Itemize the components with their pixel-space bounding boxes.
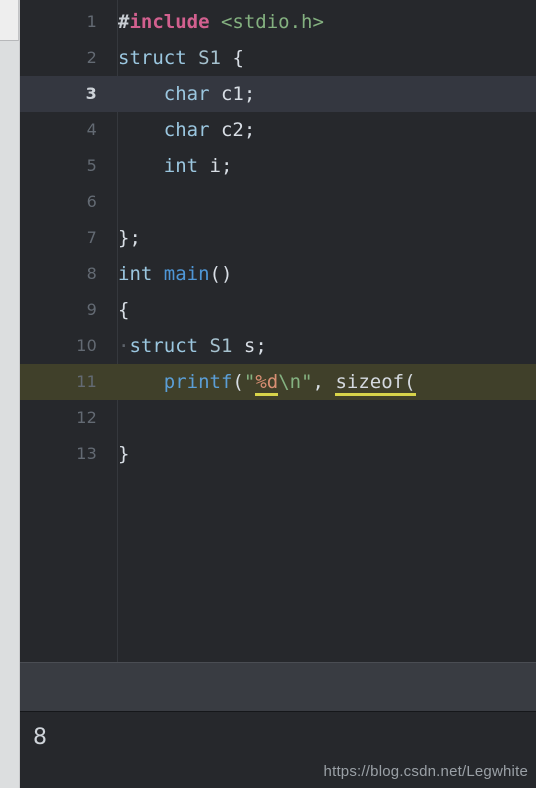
code-token: int <box>118 263 153 285</box>
line-number[interactable]: 1 <box>20 4 97 40</box>
code-token: char <box>163 119 210 141</box>
code-token: { <box>232 47 244 69</box>
code-token: char <box>163 83 210 105</box>
console-panel[interactable]: 8 https://blog.csdn.net/Legwhite <box>20 713 536 788</box>
code-token: }; <box>118 227 141 249</box>
code-line-text[interactable]: char c2; <box>118 112 256 148</box>
editor-line-row[interactable]: 8 int main() <box>20 256 536 292</box>
code-line-text[interactable]: } <box>118 436 129 472</box>
code-line-text[interactable]: ·struct S1 s; <box>118 328 267 364</box>
editor-line-row[interactable]: 11 printf("%d\n", sizeof( <box>20 364 536 400</box>
editor-area[interactable]: 1 #include <stdio.h> 2 struct S1 {3 char c1… <box>20 0 536 662</box>
code-token: # <box>118 11 130 33</box>
code-token: <stdio.h> <box>220 11 324 33</box>
code-token: s; <box>243 335 267 357</box>
watermark-text: https://blog.csdn.net/Legwhite <box>323 763 528 780</box>
code-token: int <box>163 155 199 177</box>
code-line-text[interactable]: int i; <box>118 148 233 184</box>
line-number[interactable]: 8 <box>20 256 97 292</box>
line-number[interactable]: 13 <box>20 436 97 472</box>
code-token: \n <box>278 371 302 393</box>
code-token: S1 <box>209 335 233 357</box>
editor-line-row[interactable]: 10 ·struct S1 s; <box>20 328 536 364</box>
code-token: S1 <box>198 47 221 69</box>
code-token: struct <box>129 335 199 357</box>
code-token: { <box>118 299 130 321</box>
code-token: struct <box>118 47 187 69</box>
line-number[interactable]: 11 <box>20 364 97 400</box>
editor-line-row[interactable]: 1 #include <stdio.h> <box>20 4 536 40</box>
line-number[interactable]: 4 <box>20 112 97 148</box>
code-token: " <box>243 371 256 393</box>
code-line-text[interactable]: }; <box>118 220 141 256</box>
bottom-toolbar-strip[interactable] <box>20 662 536 712</box>
code-token: main <box>163 263 210 285</box>
code-token: c1; <box>220 83 256 105</box>
code-token: ( <box>232 371 244 393</box>
editor-line-row[interactable]: 5 int i; <box>20 148 536 184</box>
code-token: · <box>118 335 130 357</box>
code-line-text[interactable]: int main() <box>118 256 232 292</box>
left-tool-rail[interactable] <box>0 0 20 788</box>
code-line-text[interactable]: printf("%d\n", sizeof( <box>118 364 416 400</box>
code-editor-window: 1 #include <stdio.h> 2 struct S1 {3 char c1… <box>0 0 536 788</box>
code-token: %d <box>255 371 279 396</box>
editor-line-row[interactable]: 2 struct S1 { <box>20 40 536 76</box>
code-token: sizeof( <box>335 371 416 396</box>
line-number[interactable]: 3 <box>20 76 97 112</box>
left-rail-active-tab[interactable] <box>0 0 19 41</box>
line-number[interactable]: 5 <box>20 148 97 184</box>
code-line-text[interactable]: { <box>118 292 129 328</box>
code-token: () <box>209 263 233 285</box>
code-line-text[interactable]: char c1; <box>118 76 256 112</box>
line-number[interactable]: 6 <box>20 184 97 220</box>
line-number[interactable]: 12 <box>20 400 97 436</box>
line-number[interactable]: 2 <box>20 40 97 76</box>
editor-line-row[interactable]: 3 char c1; <box>20 76 536 112</box>
code-line-text[interactable]: struct S1 { <box>118 40 244 76</box>
code-token: i; <box>209 155 233 177</box>
line-number[interactable]: 7 <box>20 220 97 256</box>
line-number[interactable]: 10 <box>20 328 97 364</box>
code-token: printf <box>163 371 233 393</box>
editor-line-row[interactable]: 7}; <box>20 220 536 256</box>
editor-line-row[interactable]: 13} <box>20 436 536 472</box>
code-token: , <box>312 371 336 393</box>
editor-line-row[interactable]: 9{ <box>20 292 536 328</box>
code-line-text[interactable]: #include <stdio.h> <box>118 4 324 40</box>
code-token: include <box>129 11 210 33</box>
code-token: } <box>118 443 130 465</box>
line-number[interactable]: 9 <box>20 292 97 328</box>
editor-line-row[interactable]: 4 char c2; <box>20 112 536 148</box>
code-token: c2; <box>220 119 256 141</box>
editor-line-row[interactable]: 12 <box>20 400 536 436</box>
code-token: " <box>301 371 313 393</box>
editor-line-row[interactable]: 6 <box>20 184 536 220</box>
console-output-text: 8 <box>33 725 47 750</box>
